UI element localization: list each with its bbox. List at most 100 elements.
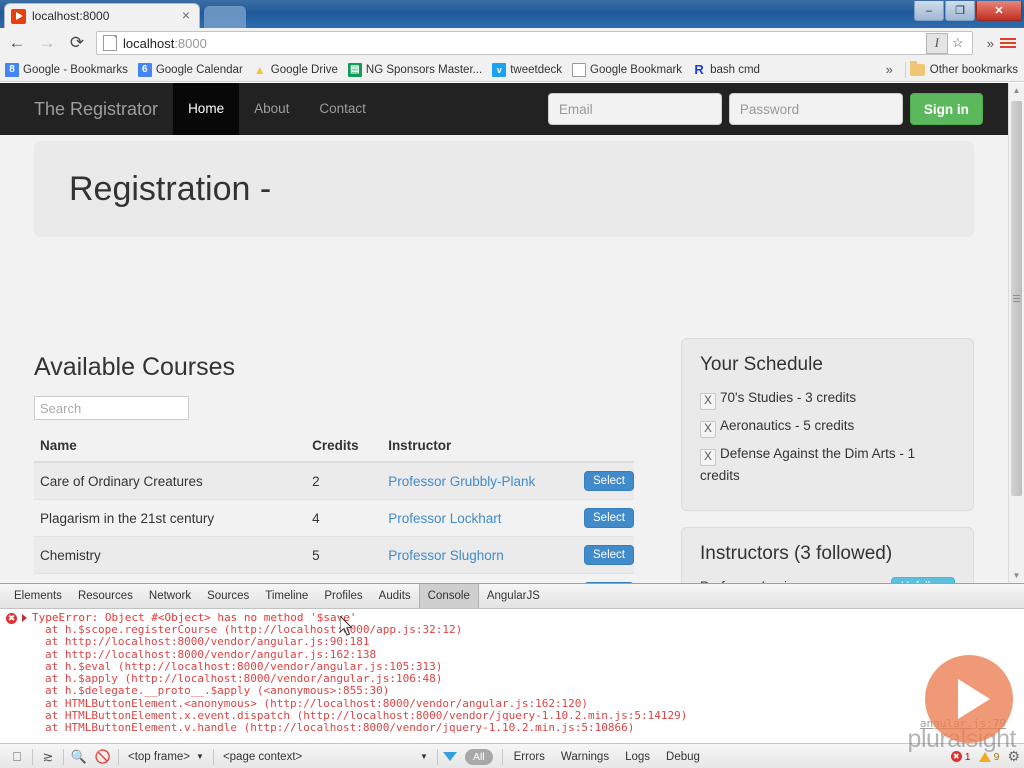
nav-item-about[interactable]: About: [239, 83, 304, 135]
sheets-icon: ▤: [347, 62, 362, 77]
scroll-up-icon[interactable]: ▲: [1009, 83, 1024, 98]
close-icon[interactable]: ×: [179, 8, 193, 23]
tab-angularjs[interactable]: AngularJS: [479, 584, 548, 608]
toolbar-overflow-icon[interactable]: »: [981, 36, 1000, 51]
tab-profiles[interactable]: Profiles: [316, 584, 370, 608]
bookmark-item[interactable]: R bash cmd: [692, 62, 760, 77]
hamburger-menu-icon[interactable]: [1000, 36, 1016, 50]
drive-icon: ▲: [253, 62, 266, 77]
stack-line[interactable]: at h.$delegate.__proto__.$apply (<anonym…: [0, 685, 1024, 698]
course-name: Plagarism in the 21st century: [34, 499, 307, 537]
maximize-button[interactable]: ❐: [945, 1, 975, 21]
tab-console[interactable]: Console: [418, 584, 479, 608]
search-icon[interactable]: 🔍: [67, 746, 91, 768]
tab-audits[interactable]: Audits: [371, 584, 419, 608]
filter-level-errors[interactable]: Errors: [506, 751, 553, 763]
schedule-item-label: Aeronautics - 5 credits: [720, 418, 855, 433]
site-navbar: The Registrator Home About Contact Sign …: [0, 83, 1009, 135]
folder-icon: [909, 60, 925, 76]
scroll-down-icon[interactable]: ▼: [1009, 568, 1024, 583]
divider: [63, 748, 64, 765]
back-icon[interactable]: ←: [4, 30, 30, 56]
nav-item-home[interactable]: Home: [173, 83, 240, 135]
reader-mode-icon[interactable]: I: [925, 32, 948, 54]
select-button[interactable]: Select: [584, 508, 634, 528]
address-bar[interactable]: localhost:8000 I ☆: [96, 31, 973, 55]
tab-sources[interactable]: Sources: [199, 584, 257, 608]
stack-line[interactable]: at http://localhost:8000/vendor/angular.…: [0, 635, 1024, 648]
filter-level-all[interactable]: All: [464, 748, 493, 765]
schedule-item-label: Defense Against the Dim Arts - 1 credits: [700, 446, 916, 483]
bookmark-item[interactable]: Google Bookmark: [572, 62, 683, 77]
filter-level-logs[interactable]: Logs: [617, 751, 658, 763]
expand-arrow-icon[interactable]: [22, 614, 27, 622]
context-selector[interactable]: <page context> ▼: [217, 751, 434, 763]
search-input[interactable]: [34, 396, 189, 420]
select-button[interactable]: Select: [584, 471, 634, 491]
forward-icon[interactable]: →: [34, 30, 60, 56]
bookmark-item[interactable]: 8 Google - Bookmarks: [5, 62, 128, 77]
reload-icon[interactable]: ⟳: [64, 30, 90, 56]
minimize-button[interactable]: –: [914, 1, 944, 21]
course-action: Select: [578, 499, 634, 537]
devtools-tabs: Elements Resources Network Sources Timel…: [0, 584, 1024, 609]
sign-in-button[interactable]: Sign in: [909, 93, 983, 125]
tab-network[interactable]: Network: [141, 584, 199, 608]
page-scrollbar[interactable]: ▲ ▼: [1008, 83, 1024, 583]
instructor-link[interactable]: Professor Lockhart: [388, 511, 501, 526]
filter-level-warnings[interactable]: Warnings: [553, 751, 617, 763]
window-close-button[interactable]: ✕: [976, 1, 1022, 21]
other-bookmarks-folder[interactable]: Other bookmarks: [909, 60, 1018, 76]
divider: [32, 748, 33, 765]
scrollbar-thumb[interactable]: [1011, 101, 1022, 496]
divider: [904, 61, 906, 78]
course-credits: 4: [306, 499, 383, 537]
select-button[interactable]: Select: [584, 545, 634, 565]
course-instructor: Professor Lockhart: [382, 499, 578, 537]
screen-root: localhost:8000 × – ❐ ✕ ← → ⟳ localhost:8…: [0, 0, 1024, 768]
frame-selector[interactable]: <top frame> ▼: [122, 751, 210, 763]
table-row: Chemistry 5 Professor Slughorn Select: [34, 536, 634, 574]
remove-course-button[interactable]: X: [700, 393, 716, 410]
gear-icon[interactable]: ⚙: [1007, 748, 1020, 765]
bookmarks-overflow-icon[interactable]: »: [878, 62, 901, 77]
column-header-instructor: Instructor: [382, 430, 578, 463]
remove-course-button[interactable]: X: [700, 421, 716, 438]
tab-elements[interactable]: Elements: [6, 584, 70, 608]
bookmark-item[interactable]: 6 Google Calendar: [137, 62, 243, 77]
course-action: Select: [578, 536, 634, 574]
remove-course-button[interactable]: X: [700, 449, 716, 466]
warning-count-badge[interactable]: 9: [978, 751, 999, 763]
clear-console-icon[interactable]: 🚫: [91, 746, 115, 768]
console-drawer-icon[interactable]: ≳: [36, 746, 60, 768]
nav-item-contact[interactable]: Contact: [304, 83, 381, 135]
filter-icon[interactable]: [442, 752, 457, 761]
course-credits: 2: [306, 462, 383, 500]
dock-icon[interactable]: ⎕: [5, 746, 29, 768]
google-icon: 8: [5, 62, 19, 77]
panel-title: Instructors (3 followed): [700, 543, 893, 564]
play-button-icon[interactable]: [925, 655, 1013, 743]
bookmark-item[interactable]: ▤ NG Sponsors Master...: [347, 62, 483, 77]
email-field[interactable]: [547, 93, 722, 125]
bookmark-star-icon[interactable]: ☆: [948, 34, 968, 53]
bookmark-item[interactable]: ▲ Google Drive: [253, 63, 338, 77]
bookmark-label: Google Bookmark: [590, 63, 683, 76]
stack-line[interactable]: at HTMLButtonElement.v.handle (http://lo…: [0, 722, 1024, 735]
console-error-entry[interactable]: ✖ TypeError: Object #<Object> has no met…: [0, 609, 1024, 624]
page-viewport: The Registrator Home About Contact Sign …: [0, 83, 1024, 583]
instructor-link[interactable]: Professor Slughorn: [388, 548, 504, 563]
new-tab-button[interactable]: [204, 6, 246, 28]
tab-resources[interactable]: Resources: [70, 584, 141, 608]
bookmark-label: NG Sponsors Master...: [365, 63, 483, 76]
tab-timeline[interactable]: Timeline: [257, 584, 316, 608]
site-brand[interactable]: The Registrator: [0, 99, 173, 120]
console-output[interactable]: ✖ TypeError: Object #<Object> has no met…: [0, 609, 1024, 743]
browser-tab[interactable]: localhost:8000 ×: [4, 3, 200, 28]
instructor-link[interactable]: Professor Grubbly-Plank: [388, 474, 535, 489]
course-credits: 3: [306, 573, 383, 583]
password-field[interactable]: [728, 93, 903, 125]
filter-level-debug[interactable]: Debug: [658, 751, 708, 763]
bookmark-item[interactable]: ᴠ tweetdeck: [492, 62, 562, 77]
error-count-badge[interactable]: ✖ 1: [950, 751, 971, 763]
